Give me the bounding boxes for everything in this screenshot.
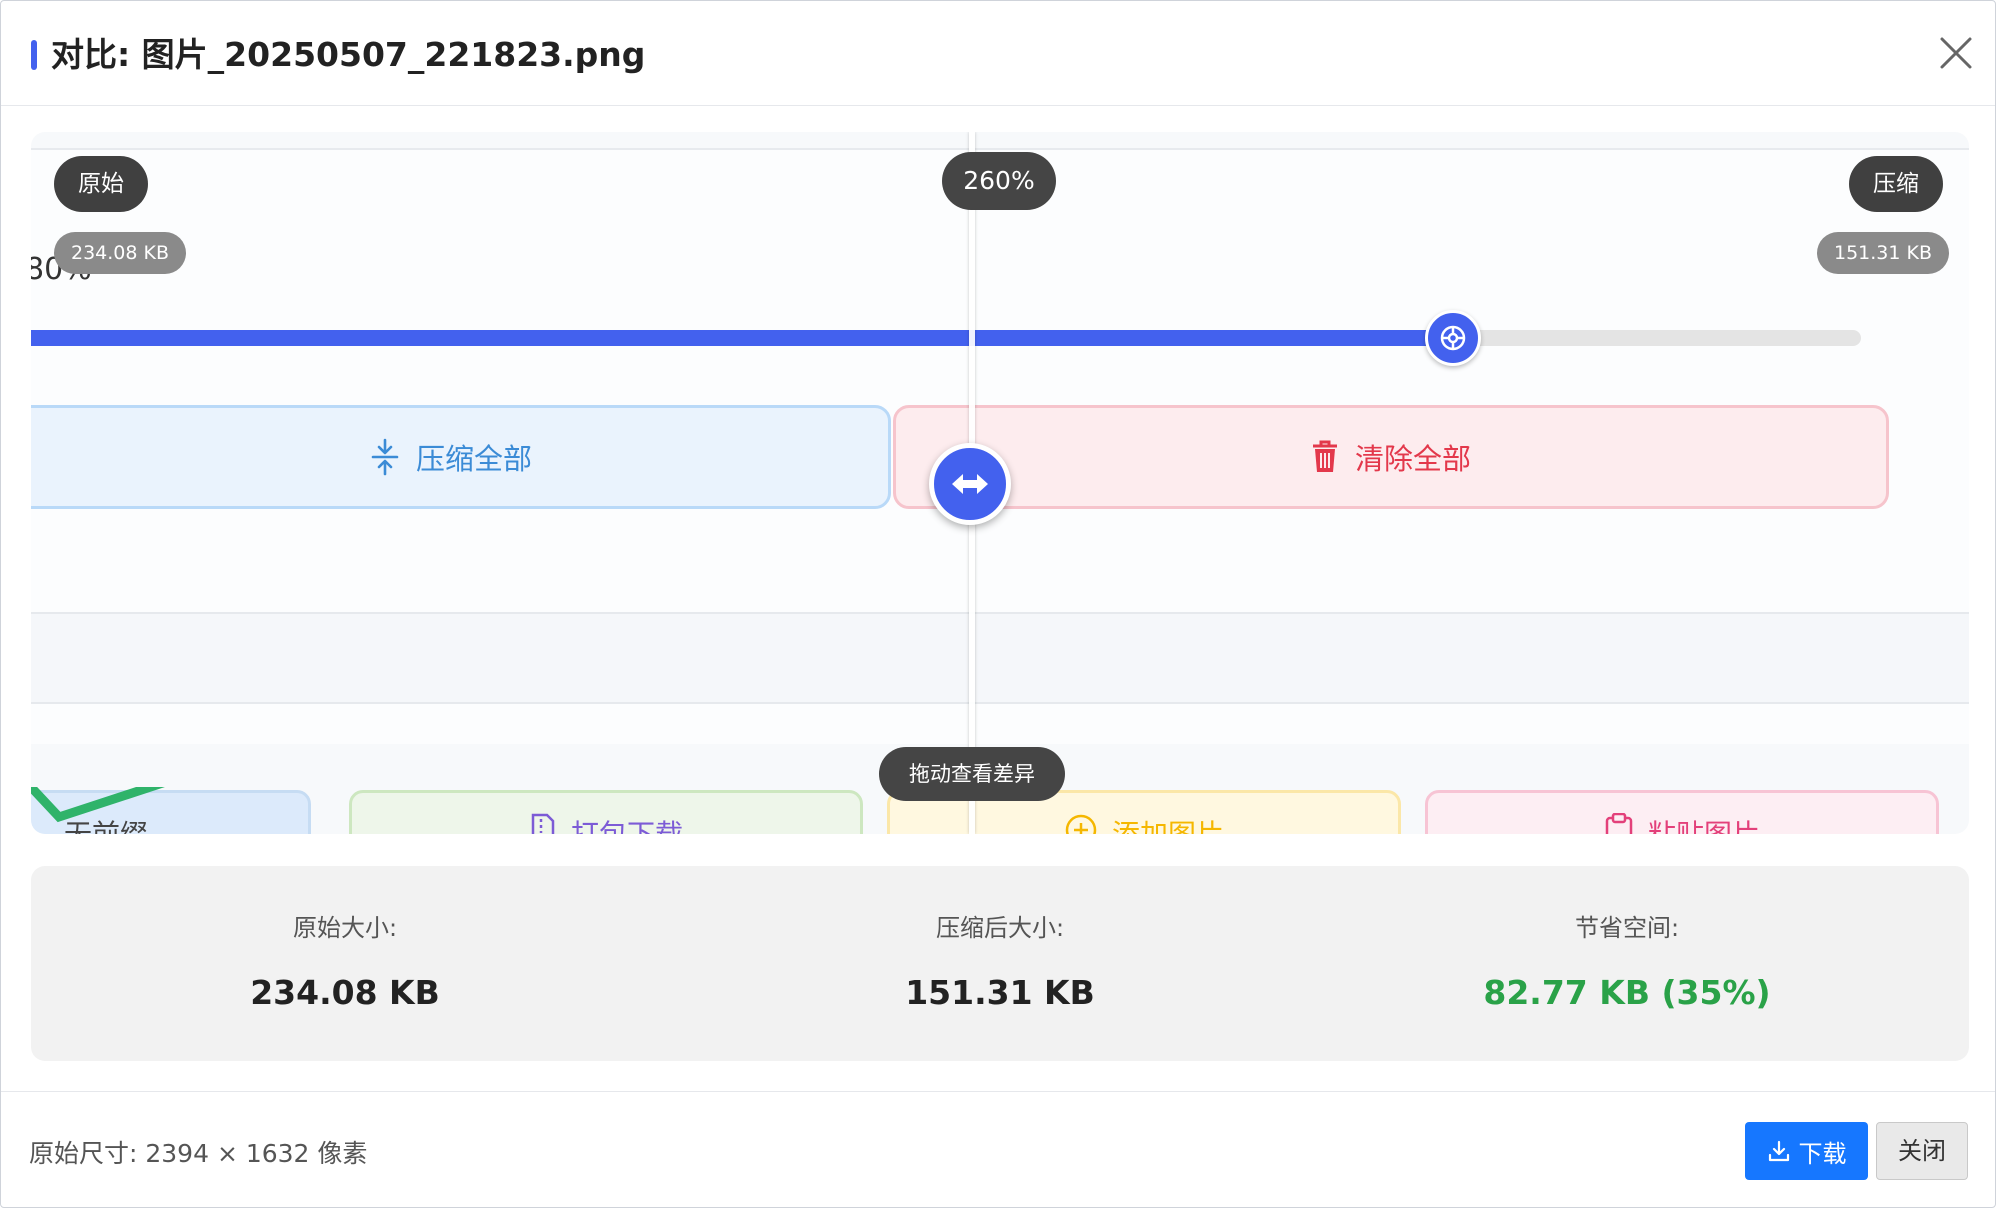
close-icon[interactable] bbox=[1936, 33, 1976, 73]
stat-saved: 节省空间: 82.77 KB (35%) bbox=[1313, 866, 1941, 1061]
clipboard-icon bbox=[1605, 813, 1633, 834]
zoom-level-badge: 260% bbox=[942, 152, 1056, 210]
stat-original: 原始大小: 234.08 KB bbox=[31, 866, 659, 1061]
stat-compressed: 压缩后大小: 151.31 KB bbox=[686, 866, 1314, 1061]
compressed-label-badge: 压缩 bbox=[1849, 156, 1943, 212]
compare-drag-handle[interactable] bbox=[929, 443, 1011, 525]
saved-space-label: 节省空间: bbox=[1574, 914, 1680, 942]
download-button[interactable]: 下载 bbox=[1745, 1122, 1868, 1180]
pack-download-label: 打包下载 bbox=[571, 813, 683, 834]
clear-all-label: 清除全部 bbox=[1354, 442, 1471, 476]
archive-icon bbox=[531, 813, 555, 834]
preview-band bbox=[31, 612, 1969, 704]
swap-arrows-icon bbox=[952, 474, 988, 494]
original-size-badge: 234.08 KB bbox=[54, 232, 187, 274]
checkmark-icon bbox=[31, 787, 165, 823]
original-size-label: 原始大小: bbox=[292, 914, 398, 942]
pack-download-button[interactable]: 打包下载 bbox=[349, 790, 863, 834]
dialog-header: 对比: 图片_20250507_221823.png bbox=[1, 1, 1995, 106]
paste-image-button[interactable]: 粘贴图片 bbox=[1425, 790, 1939, 834]
compare-viewer[interactable]: 原始 压缩 80% 234.08 KB 151.31 KB 压缩全部 bbox=[31, 132, 1969, 834]
slider-thumb-icon bbox=[1440, 325, 1466, 351]
add-image-label: 添加图片 bbox=[1112, 813, 1224, 834]
compress-icon bbox=[371, 438, 399, 476]
original-size-value: 234.08 KB bbox=[250, 973, 440, 1012]
paste-image-label: 粘贴图片 bbox=[1648, 813, 1760, 834]
original-label-badge: 原始 bbox=[54, 156, 148, 212]
compress-all-label: 压缩全部 bbox=[415, 442, 532, 476]
download-label: 下载 bbox=[1798, 1139, 1847, 1168]
compare-dialog: 对比: 图片_20250507_221823.png 原始 压缩 80% 234… bbox=[0, 0, 1996, 1208]
add-circle-icon bbox=[1065, 814, 1097, 834]
close-button[interactable]: 关闭 bbox=[1876, 1122, 1968, 1180]
download-icon bbox=[1768, 1140, 1789, 1162]
compress-all-button[interactable]: 压缩全部 bbox=[31, 405, 891, 509]
quality-slider-fill bbox=[31, 330, 1451, 346]
title-accent-bar bbox=[31, 40, 37, 70]
dialog-footer: 原始尺寸: 2394 × 1632 像素 下载 关闭 bbox=[1, 1091, 1995, 1207]
compressed-size-label: 压缩后大小: bbox=[935, 914, 1065, 942]
clear-all-button[interactable]: 清除全部 bbox=[893, 405, 1889, 509]
size-stats-panel: 原始大小: 234.08 KB 压缩后大小: 151.31 KB 节省空间: 8… bbox=[31, 866, 1969, 1061]
drag-hint-tooltip: 拖动查看差异 bbox=[879, 747, 1065, 801]
saved-space-value: 82.77 KB (35%) bbox=[1483, 973, 1771, 1012]
compressed-size-value: 151.31 KB bbox=[905, 973, 1095, 1012]
trash-icon bbox=[1312, 440, 1337, 472]
dialog-title: 对比: 图片_20250507_221823.png bbox=[51, 35, 646, 74]
quality-slider-thumb[interactable] bbox=[1425, 310, 1481, 366]
compressed-size-badge: 151.31 KB bbox=[1817, 232, 1950, 274]
original-dimensions: 原始尺寸: 2394 × 1632 像素 bbox=[29, 1139, 368, 1168]
